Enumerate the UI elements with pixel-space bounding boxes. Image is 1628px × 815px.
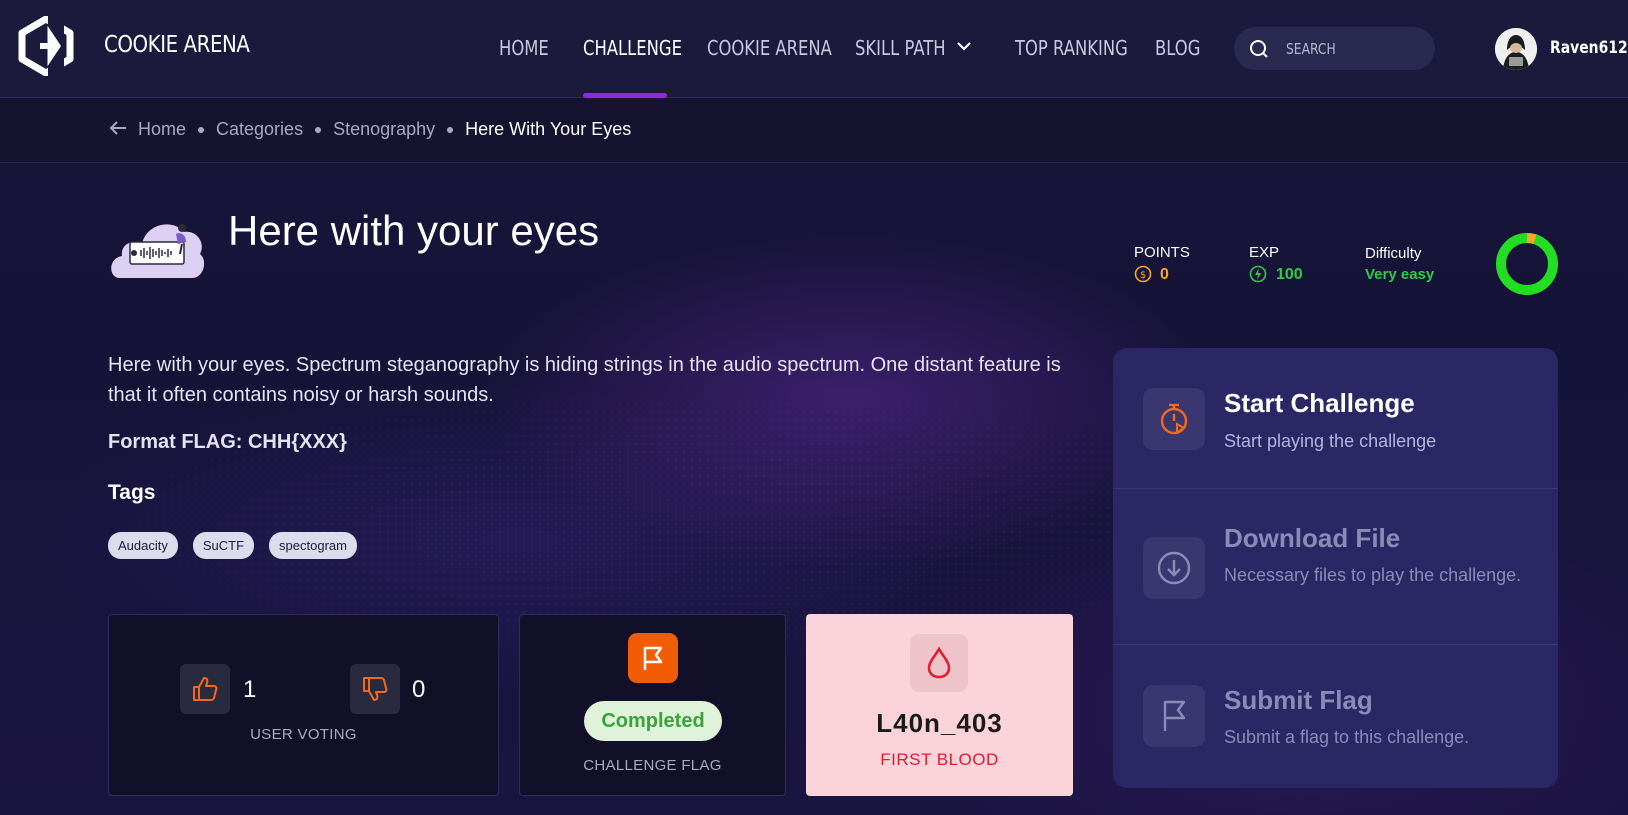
- breadcrumb-stenography[interactable]: Stenography: [333, 119, 435, 140]
- like-count: 1: [243, 676, 257, 703]
- search-input[interactable]: [1286, 38, 1401, 60]
- dislike-button[interactable]: [350, 664, 400, 714]
- difficulty-value: Very easy: [1365, 266, 1435, 283]
- points-label: POINTS: [1134, 244, 1190, 261]
- tags-heading: Tags: [108, 481, 156, 504]
- nav-skill-path[interactable]: SKILL PATH: [855, 36, 946, 60]
- start-challenge-icon-box: [1143, 388, 1205, 450]
- tag-list: Audacity SuCTF spectogram: [108, 532, 357, 559]
- arrow-left-icon[interactable]: [108, 120, 128, 136]
- search-icon: [1250, 40, 1268, 58]
- nav-challenge[interactable]: CHALLENGE: [583, 36, 682, 60]
- top-header: COOKIE ARENA HOME CHALLENGE COOKIE ARENA…: [0, 0, 1628, 98]
- nav-home[interactable]: HOME: [499, 36, 549, 60]
- format-flag: Format FLAG: CHH{XXX}: [108, 431, 347, 453]
- start-challenge-button[interactable]: Start Challenge Start playing the challe…: [1113, 348, 1558, 488]
- download-file-subtitle: Necessary files to play the challenge.: [1224, 565, 1522, 585]
- user-voting-card: 1 0 USER VOTING: [108, 614, 499, 796]
- challenge-flag-caption: CHALLENGE FLAG: [583, 757, 722, 774]
- submit-flag-icon-box: [1143, 685, 1205, 747]
- like-button[interactable]: [180, 664, 230, 714]
- challenge-illustration: [111, 224, 204, 278]
- breadcrumb-separator: [447, 126, 454, 133]
- action-panel: Start Challenge Start playing the challe…: [1113, 348, 1558, 788]
- chevron-down-icon[interactable]: [956, 40, 972, 52]
- challenge-description: Here with your eyes. Spectrum steganogra…: [108, 354, 1061, 406]
- tag-spectogram[interactable]: spectogram: [269, 532, 357, 559]
- page-title: Here with your eyes: [228, 207, 600, 254]
- breadcrumb-categories[interactable]: Categories: [216, 119, 303, 140]
- breadcrumb-current: Here With Your Eyes: [465, 119, 632, 139]
- flag-icon: [643, 646, 663, 670]
- difficulty-gauge: [1496, 233, 1558, 295]
- download-icon: [1157, 551, 1191, 585]
- nav-blog[interactable]: BLOG: [1155, 36, 1200, 60]
- submit-flag-button[interactable]: Submit Flag Submit a flag to this challe…: [1113, 644, 1558, 788]
- flag-icon: [1163, 700, 1186, 731]
- stopwatch-icon: [1160, 403, 1188, 435]
- breadcrumb-separator: [198, 126, 205, 133]
- start-challenge-subtitle: Start playing the challenge: [1224, 431, 1437, 451]
- username[interactable]: Raven612: [1550, 38, 1628, 58]
- download-file-button[interactable]: Download File Necessary files to play th…: [1113, 488, 1558, 644]
- dislike-count: 0: [412, 676, 426, 703]
- thumbs-down-icon: [363, 677, 388, 701]
- points-value: 0: [1160, 266, 1169, 283]
- exp-label: EXP: [1249, 244, 1280, 261]
- svg-text:$: $: [1140, 270, 1146, 281]
- flag-badge: [628, 633, 678, 683]
- nav-cookie-arena[interactable]: COOKIE ARENA: [707, 36, 832, 60]
- submit-flag-title: Submit Flag: [1224, 685, 1373, 715]
- breadcrumb: Home Categories Stenography Here With Yo…: [0, 98, 1628, 163]
- status-badge: Completed: [584, 701, 722, 741]
- download-file-title: Download File: [1224, 523, 1401, 553]
- thumbs-up-icon: [193, 677, 218, 701]
- first-blood-card: L40n_403 FIRST BLOOD: [806, 614, 1073, 796]
- logo-icon[interactable]: [18, 16, 74, 76]
- breadcrumb-trail: Home Categories Stenography Here With Yo…: [138, 119, 631, 140]
- bolt-icon: [1249, 265, 1267, 283]
- download-file-icon-box: [1143, 537, 1205, 599]
- brand-name[interactable]: COOKIE ARENA: [104, 32, 250, 58]
- start-challenge-title: Start Challenge: [1224, 388, 1415, 418]
- search-box[interactable]: [1234, 27, 1435, 70]
- tag-suctf[interactable]: SuCTF: [192, 532, 255, 559]
- user-voting-caption: USER VOTING: [250, 726, 357, 743]
- submit-flag-subtitle: Submit a flag to this challenge.: [1224, 727, 1470, 747]
- coin-icon: $: [1134, 265, 1152, 283]
- challenge-flag-card: Completed CHALLENGE FLAG: [519, 614, 786, 796]
- difficulty-label: Difficulty: [1365, 245, 1422, 262]
- exp-value: 100: [1276, 266, 1303, 283]
- breadcrumb-home[interactable]: Home: [138, 119, 186, 140]
- first-blood-caption: FIRST BLOOD: [880, 750, 999, 769]
- avatar[interactable]: [1495, 28, 1537, 70]
- nav-top-ranking[interactable]: TOP RANKING: [1015, 36, 1128, 60]
- first-blood-user[interactable]: L40n_403: [806, 708, 1073, 739]
- tag-audacity[interactable]: Audacity: [108, 532, 178, 559]
- blood-drop-icon: [927, 646, 951, 679]
- user-avatar-icon: [1495, 28, 1537, 70]
- blood-drop-badge: [910, 634, 968, 692]
- breadcrumb-separator: [315, 126, 322, 133]
